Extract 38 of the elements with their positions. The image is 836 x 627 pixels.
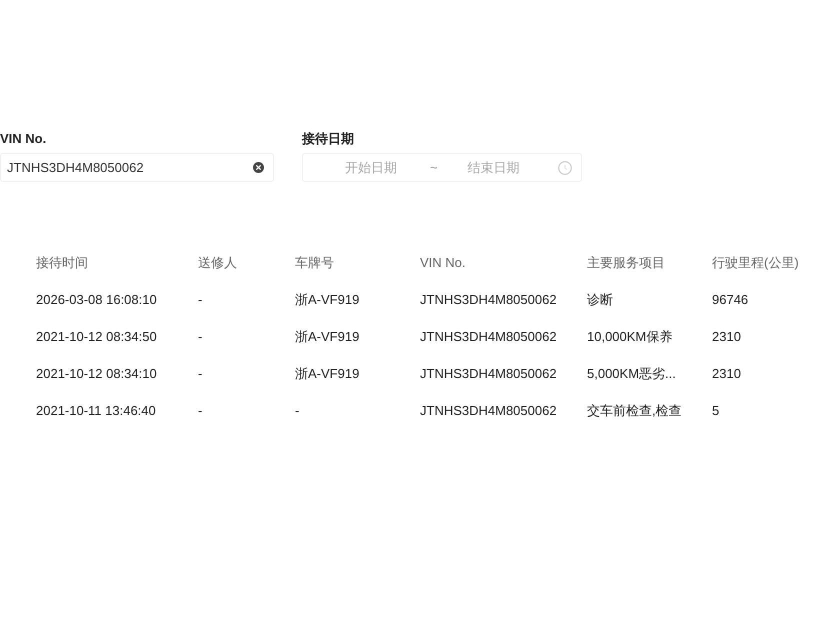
clock-icon [558, 160, 572, 174]
table-cell-text: 2310 [712, 364, 742, 383]
table-cell-text: - [198, 364, 204, 383]
table-cell-text: 5 [712, 402, 720, 420]
table-cell-text: - [295, 402, 300, 420]
table-cell-text: 诊断 [587, 290, 614, 309]
column-header: VIN No. [420, 254, 467, 272]
table-cell-text: 96746 [712, 290, 750, 309]
vin-input-field[interactable]: JTNHS3DH4M8050062 [0, 153, 274, 182]
table-cell-text: - [198, 328, 204, 346]
column-header: 车牌号 [295, 254, 335, 272]
table-cell-text: 浙A-VF919 [295, 290, 360, 309]
table-cell-text: - [198, 290, 204, 309]
table-cell-text: 交车前检查,检查 [587, 402, 683, 420]
table-cell-text: - [198, 402, 204, 420]
table-cell-text: 5,000KM恶劣... [587, 364, 677, 383]
range-separator: ~ [430, 158, 438, 177]
table-cell-text: 2021-10-12 08:34:50 [36, 328, 158, 346]
end-date-placeholder: 结束日期 [468, 158, 520, 177]
table-cell-text: JTNHS3DH4M8050062 [420, 290, 558, 309]
column-header: 行驶里程(公里) [712, 254, 800, 272]
table-cell-text: 2021-10-11 13:46:40 [36, 402, 157, 420]
column-header: 主要服务项目 [587, 254, 666, 272]
table-cell-text: 2021-10-12 08:34:10 [36, 364, 158, 383]
table-cell-text: 浙A-VF919 [295, 328, 360, 346]
table-cell-text: 2026-03-08 16:08:10 [36, 290, 158, 309]
field-label: 接待日期 [302, 130, 355, 148]
clear-icon[interactable] [253, 162, 264, 173]
table-cell-text: 10,000KM保养 [587, 328, 674, 346]
field-label: VIN No. [0, 130, 48, 148]
table-cell-text: 浙A-VF919 [295, 364, 360, 383]
table-cell-text: 2310 [712, 328, 742, 346]
column-header: 送修人 [198, 254, 238, 272]
table-cell-text: JTNHS3DH4M8050062 [420, 328, 558, 346]
column-header: 接待时间 [36, 254, 89, 272]
table-cell-text: JTNHS3DH4M8050062 [420, 364, 558, 383]
start-date-placeholder: 开始日期 [345, 158, 397, 177]
table-cell-text: JTNHS3DH4M8050062 [420, 402, 558, 420]
